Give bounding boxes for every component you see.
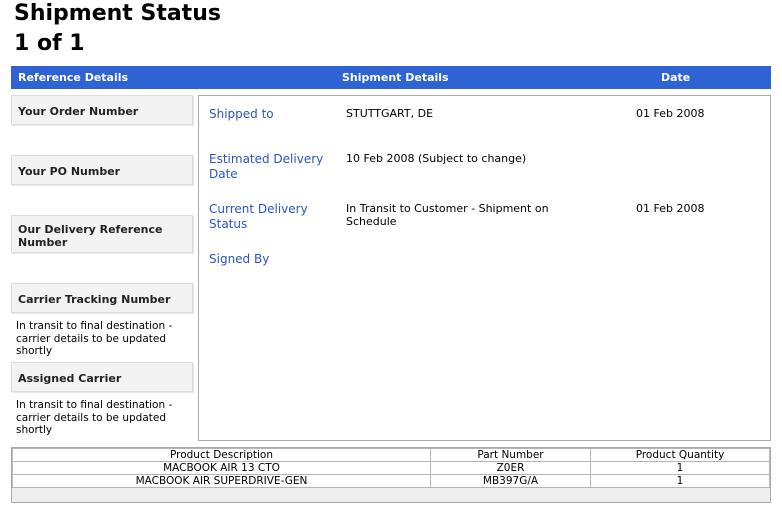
shipped-to-label: Shipped to: [209, 107, 274, 121]
header-shipment-details: Shipment Details: [342, 71, 449, 84]
product-description: MACBOOK AIR SUPERDRIVE-GEN: [12, 474, 431, 488]
po-number-label: Your PO Number: [11, 155, 193, 185]
products-table: Product Description Part Number Product …: [12, 448, 770, 488]
header-reference-details: Reference Details: [18, 71, 129, 84]
carrier-tracking-value: In transit to final destination - carrie…: [16, 320, 173, 357]
column-header: Product Description: [12, 448, 431, 462]
table-row: MACBOOK AIR 13 CTO Z0ER 1: [12, 461, 770, 475]
delivery-reference-label: Our Delivery Reference Number: [11, 215, 193, 253]
part-number: Z0ER: [430, 461, 591, 475]
part-number: MB397G/A: [430, 474, 591, 488]
current-status-label: Current Delivery Status: [209, 202, 308, 231]
shipped-to-value: STUTTGART, DE: [346, 107, 434, 120]
assigned-carrier-value: In transit to final destination - carrie…: [16, 399, 173, 436]
product-quantity: 1: [590, 461, 770, 475]
product-description: MACBOOK AIR 13 CTO: [12, 461, 431, 475]
header-date: Date: [661, 71, 691, 84]
products-table-container: Product Description Part Number Product …: [11, 447, 771, 503]
column-header: Product Quantity: [590, 448, 770, 462]
current-status-value: In Transit to Customer - Shipment on Sch…: [346, 202, 549, 228]
column-header: Part Number: [430, 448, 591, 462]
section-header-bar: Reference Details Shipment Details Date: [11, 66, 771, 89]
shipped-to-date: 01 Feb 2008: [636, 107, 705, 120]
estimated-delivery-value: 10 Feb 2008 (Subject to change): [346, 152, 527, 165]
product-quantity: 1: [590, 474, 770, 488]
signed-by-label: Signed By: [209, 252, 270, 266]
order-number-label: Your Order Number: [11, 95, 193, 125]
products-header-row: Product Description Part Number Product …: [12, 448, 770, 462]
shipment-details-panel: Shipped to STUTTGART, DE 01 Feb 2008 Est…: [198, 95, 771, 441]
assigned-carrier-label: Assigned Carrier: [11, 362, 193, 392]
estimated-delivery-label: Estimated Delivery Date: [209, 152, 324, 181]
page-counter: 1 of 1: [14, 31, 85, 56]
carrier-tracking-label: Carrier Tracking Number: [11, 283, 193, 313]
table-row: MACBOOK AIR SUPERDRIVE-GEN MB397G/A 1: [12, 474, 770, 488]
page-title: Shipment Status: [14, 1, 221, 26]
current-status-date: 01 Feb 2008: [636, 202, 705, 215]
